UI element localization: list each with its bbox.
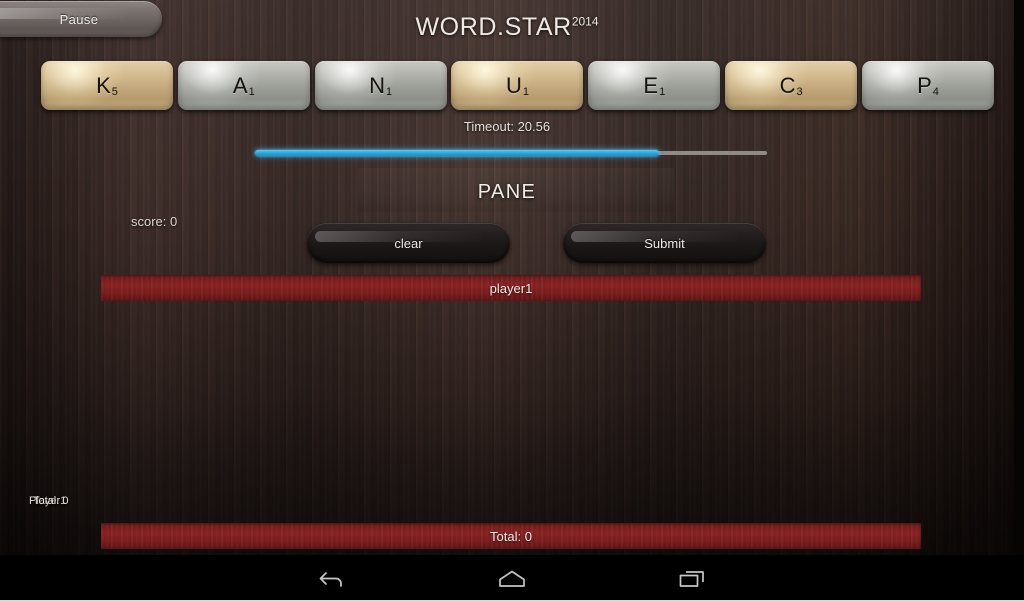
- letter-tile-a[interactable]: A 1: [177, 61, 310, 110]
- submit-button[interactable]: Submit: [563, 223, 766, 263]
- letter-tile-u[interactable]: U 1: [451, 61, 584, 110]
- letter-tile-n[interactable]: N 1: [314, 61, 447, 110]
- submit-button-label: Submit: [644, 235, 685, 251]
- timeout-progress-track: [255, 150, 767, 156]
- overlapping-labels: Player1 Total: 0: [29, 495, 129, 511]
- tile-letter: A: [232, 72, 248, 98]
- recent-apps-button[interactable]: [662, 557, 722, 601]
- back-icon: [317, 567, 347, 591]
- android-nav-inner: [302, 557, 722, 601]
- tile-value: 1: [659, 86, 666, 98]
- current-word-display: PANE: [477, 181, 537, 203]
- player-name-label: player1: [489, 280, 533, 296]
- tile-letter: P: [917, 72, 932, 98]
- page-title: WORD.STAR2014: [0, 13, 1014, 42]
- page-title-superscript: 2014: [571, 14, 599, 29]
- letter-tile-k[interactable]: K 5: [41, 61, 173, 110]
- tile-letter: K: [96, 72, 111, 98]
- tile-value: 1: [248, 86, 255, 98]
- back-button[interactable]: [302, 557, 362, 601]
- recent-apps-icon: [677, 567, 707, 591]
- overlap-label-total: Total: 0: [33, 495, 69, 507]
- tile-letter: C: [779, 72, 796, 98]
- right-gutter: [1014, 0, 1024, 555]
- tile-rack: K 5 A 1 N 1 U 1 E 1 C 3 P 4: [41, 61, 994, 110]
- clear-button[interactable]: clear: [307, 223, 510, 263]
- android-nav-bar: [0, 555, 1024, 602]
- tile-letter: E: [643, 72, 659, 98]
- letter-tile-e[interactable]: E 1: [588, 61, 721, 110]
- clear-button-label: clear: [394, 235, 423, 251]
- player-name-bar: player1: [101, 275, 921, 301]
- score-label: score: 0: [131, 214, 178, 229]
- tile-value: 5: [111, 86, 118, 98]
- tile-value: 4: [932, 86, 939, 98]
- total-score-bar: Total: 0: [101, 523, 921, 549]
- letter-tile-p[interactable]: P 4: [861, 61, 994, 110]
- tile-value: 1: [522, 86, 529, 98]
- timeout-label: Timeout: 20.56: [463, 119, 551, 134]
- tile-value: 1: [386, 86, 393, 98]
- timeout-progress-fill: [255, 150, 660, 156]
- page-title-text: WORD.STAR: [415, 13, 572, 41]
- tile-letter: U: [505, 72, 522, 98]
- letter-tile-c[interactable]: C 3: [725, 61, 858, 110]
- game-surface: Pause WORD.STAR2014 K 5 A 1 N 1 U 1 E 1 …: [0, 0, 1014, 555]
- home-icon: [496, 567, 528, 591]
- tile-letter: N: [369, 72, 386, 98]
- total-score-label: Total: 0: [490, 528, 532, 544]
- game-screen: Pause WORD.STAR2014 K 5 A 1 N 1 U 1 E 1 …: [0, 0, 1024, 602]
- home-button[interactable]: [482, 557, 542, 601]
- tile-value: 3: [796, 86, 803, 98]
